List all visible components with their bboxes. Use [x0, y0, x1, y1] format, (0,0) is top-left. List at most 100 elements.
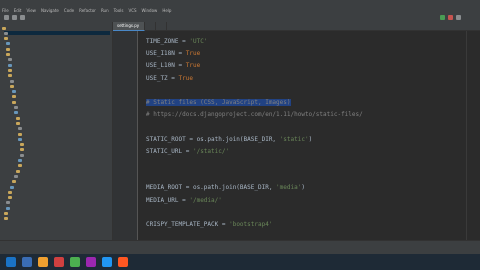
sidebar-item[interactable]	[6, 42, 110, 46]
sidebar-item[interactable]	[18, 159, 110, 163]
folder-icon	[12, 100, 16, 104]
run-icon[interactable]	[440, 15, 445, 20]
menu-bar: File Edit View Navigate Code Refactor Ru…	[0, 7, 480, 14]
sidebar-item[interactable]	[2, 26, 110, 30]
code-editor[interactable]: TIME_ZONE = 'UTC' USE_I18N = True USE_L10N…	[138, 31, 480, 240]
folder-icon	[8, 58, 12, 62]
sidebar-item[interactable]	[12, 180, 110, 184]
tab-file-2[interactable]	[145, 22, 157, 30]
sidebar-item[interactable]	[10, 84, 110, 88]
sidebar-item[interactable]	[14, 106, 110, 110]
folder-icon	[12, 90, 16, 94]
sidebar-item[interactable]	[4, 37, 110, 41]
sidebar-item[interactable]	[16, 169, 110, 173]
menu-navigate[interactable]: Navigate	[41, 8, 59, 13]
sidebar-item[interactable]	[20, 153, 110, 157]
folder-icon	[10, 185, 14, 189]
folder-icon	[20, 153, 24, 157]
right-margin-guide	[466, 31, 467, 240]
sidebar-item[interactable]	[12, 90, 110, 94]
sidebar-item[interactable]	[6, 47, 110, 51]
sidebar-item[interactable]	[4, 31, 110, 36]
menu-vcs[interactable]: VCS	[128, 8, 136, 13]
sidebar-item[interactable]	[12, 100, 110, 104]
code-line: # https://docs.djangoproject.com/en/1.11…	[146, 111, 363, 119]
sidebar-item[interactable]	[14, 111, 110, 115]
menu-refactor[interactable]: Refactor	[79, 8, 96, 13]
sidebar-item[interactable]	[14, 174, 110, 178]
code-line: MEDIA_ROOT = os.path.join(BASE_DIR, 'med…	[146, 184, 305, 192]
folder-icon	[8, 190, 12, 194]
sidebar-item[interactable]	[18, 132, 110, 136]
sidebar-item[interactable]	[4, 212, 110, 216]
sidebar-item[interactable]	[20, 148, 110, 152]
sidebar-item[interactable]	[20, 143, 110, 147]
sidebar-item[interactable]	[8, 74, 110, 78]
sidebar-item[interactable]	[6, 201, 110, 205]
folder-icon	[16, 169, 20, 173]
sidebar-item[interactable]	[18, 127, 110, 131]
folder-icon	[16, 121, 20, 125]
folder-icon	[8, 74, 12, 78]
menu-tools[interactable]: Tools	[114, 8, 124, 13]
sidebar-item[interactable]	[8, 190, 110, 194]
menu-file[interactable]: File	[2, 8, 9, 13]
folder-icon	[8, 196, 12, 200]
sidebar-item[interactable]	[8, 68, 110, 72]
sidebar-item[interactable]	[4, 217, 110, 221]
sidebar-item[interactable]	[8, 58, 110, 62]
sidebar-item[interactable]	[6, 206, 110, 210]
sidebar-item[interactable]	[10, 185, 110, 189]
menu-code[interactable]: Code	[64, 8, 74, 13]
app-icon[interactable]	[54, 257, 64, 267]
menu-window[interactable]: Window	[142, 8, 158, 13]
folder-icon[interactable]	[38, 257, 48, 267]
taskbar	[0, 254, 480, 270]
code-line: USE_I18N = True	[146, 50, 201, 58]
chrome-icon[interactable]	[102, 257, 112, 267]
sidebar-item[interactable]	[8, 196, 110, 200]
folder-icon[interactable]	[4, 15, 9, 20]
folder-icon	[18, 164, 22, 168]
save-icon[interactable]	[12, 15, 17, 20]
code-line: TIME_ZONE = 'UTC'	[146, 38, 208, 45]
firefox-icon[interactable]	[118, 257, 128, 267]
folder-icon	[18, 137, 22, 141]
sidebar-item[interactable]	[8, 63, 110, 67]
sidebar-item[interactable]	[12, 95, 110, 99]
sidebar-item[interactable]	[16, 116, 110, 120]
menu-run[interactable]: Run	[101, 8, 109, 13]
project-tree	[0, 22, 113, 240]
sidebar-item[interactable]	[10, 79, 110, 83]
folder-icon	[12, 95, 16, 99]
menu-edit[interactable]: Edit	[14, 8, 22, 13]
folder-icon	[20, 148, 24, 152]
pycharm-icon[interactable]	[70, 257, 80, 267]
tab-settings[interactable]: settings.py	[112, 22, 146, 31]
sidebar-item[interactable]	[18, 137, 110, 141]
folder-icon	[14, 111, 18, 115]
sidebar-item[interactable]	[18, 164, 110, 168]
folder-icon	[18, 159, 22, 162]
folder-icon	[6, 206, 10, 210]
menu-help[interactable]: Help	[162, 8, 171, 13]
window-title	[0, 0, 480, 7]
folder-icon	[10, 79, 14, 83]
folder-icon	[6, 201, 10, 205]
folder-icon	[4, 217, 8, 221]
start-icon[interactable]	[6, 257, 16, 267]
tab-file-3[interactable]	[156, 22, 168, 30]
terminal-icon[interactable]	[86, 257, 96, 267]
menu-view[interactable]: View	[26, 8, 36, 13]
sidebar-item[interactable]	[6, 53, 110, 57]
code-line: USE_L10N = True	[146, 62, 201, 70]
folder-icon	[8, 63, 12, 67]
sidebar-item[interactable]	[16, 121, 110, 125]
browser-icon[interactable]	[22, 257, 32, 267]
editor-tabs: settings.py	[112, 22, 480, 31]
code-line: USE_TZ = True	[146, 74, 193, 82]
search-icon[interactable]	[456, 15, 461, 20]
folder-icon	[4, 31, 8, 35]
refresh-icon[interactable]	[20, 15, 25, 20]
stop-icon[interactable]	[448, 15, 453, 20]
